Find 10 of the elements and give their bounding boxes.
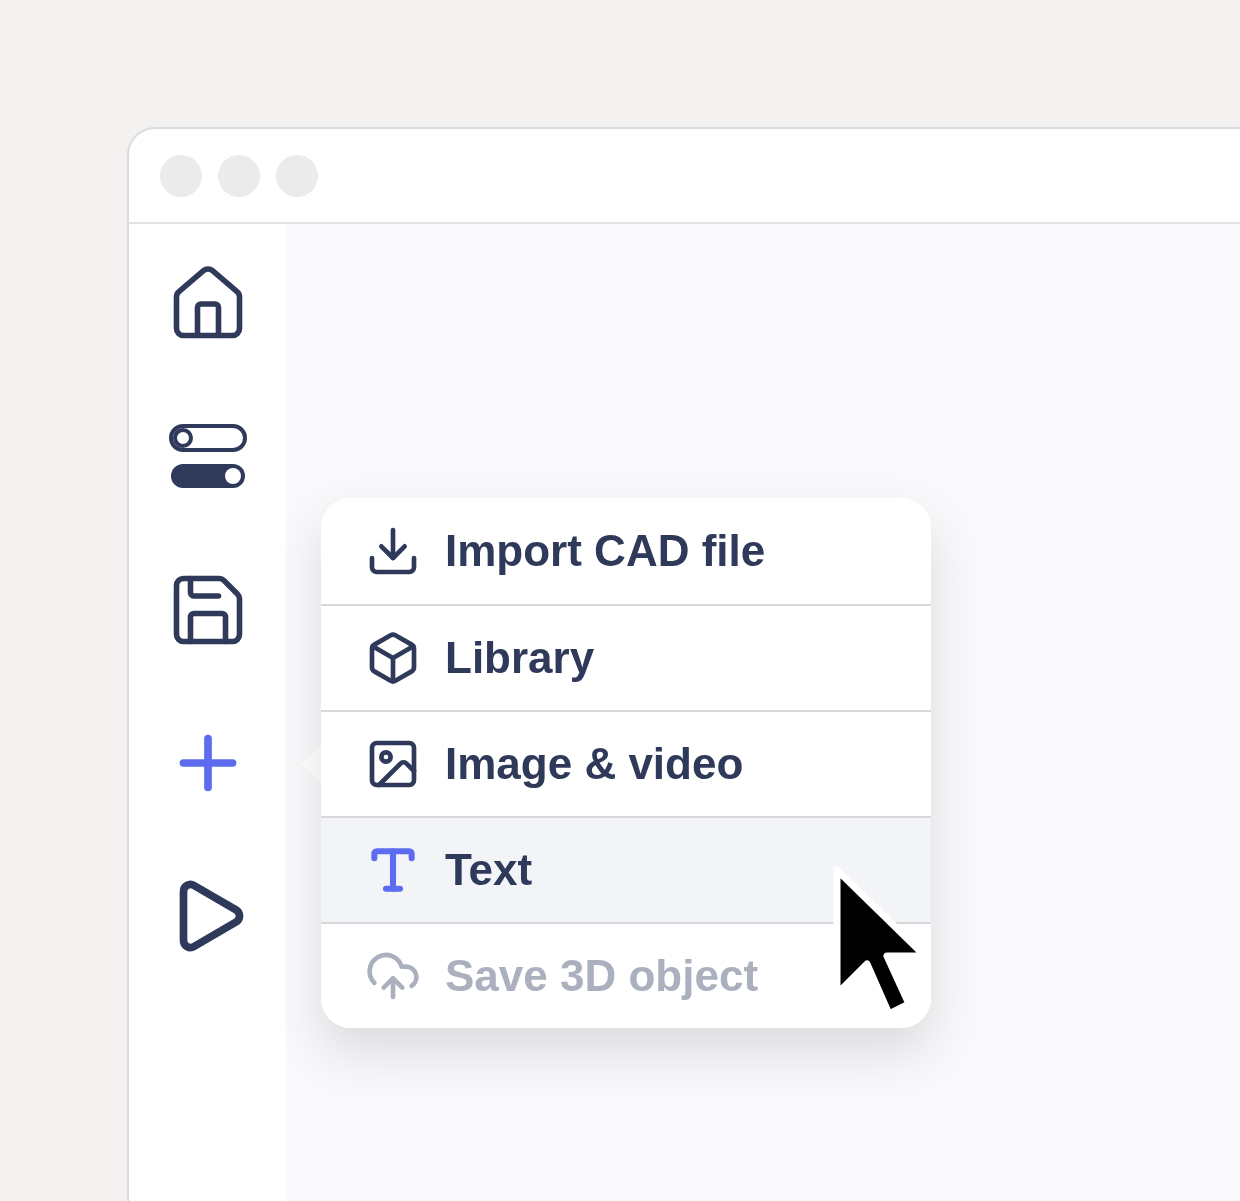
menu-item-label: Save 3D object — [445, 950, 759, 1002]
menu-item-label: Text — [445, 844, 533, 896]
menu-item-label: Library — [445, 632, 595, 684]
menu-item-label: Image & video — [445, 738, 744, 790]
menu-item[interactable]: Library — [321, 604, 931, 710]
toggles-icon — [168, 424, 247, 490]
menu-item[interactable]: Import CAD file — [321, 498, 931, 604]
menu-item[interactable]: Text — [321, 816, 931, 922]
menu-item-label: Import CAD file — [445, 525, 766, 577]
menu-item[interactable]: Image & video — [321, 710, 931, 816]
